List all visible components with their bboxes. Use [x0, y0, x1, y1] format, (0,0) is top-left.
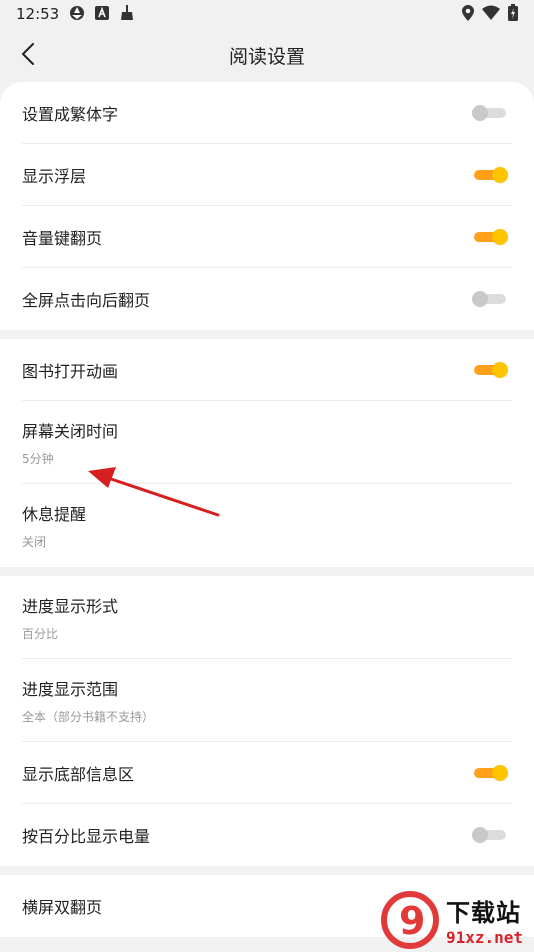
setting-title: 进度显示形式	[22, 596, 119, 616]
setting-title: 全屏点击向后翻页	[22, 291, 151, 310]
setting-title: 设置成繁体字	[22, 104, 119, 124]
svg-text:9: 9	[399, 899, 425, 943]
watermark-logo-icon: 9	[381, 891, 439, 949]
setting-value: 关闭	[22, 535, 47, 549]
book-open-animation-toggle[interactable]	[472, 360, 508, 380]
setting-title: 横屏双翻页	[22, 898, 103, 917]
setting-title: 显示浮层	[22, 166, 87, 186]
back-button[interactable]	[10, 38, 46, 74]
status-time: 12:53	[16, 5, 60, 23]
setting-title: 进度显示范围	[22, 679, 119, 699]
battery-icon	[508, 4, 518, 24]
setting-title: 显示底部信息区	[22, 764, 135, 784]
setting-value: 5分钟	[22, 451, 54, 466]
settings-group-2: 图书打开动画 屏幕关闭时间 5分钟 休息提醒 关闭	[0, 339, 534, 567]
settings-sheet: 设置成繁体字 显示浮层 音量键翻页 全屏点击向后翻页 图书打开动画 屏幕关闭时间…	[0, 82, 534, 952]
aperture-icon	[69, 5, 85, 24]
fullscreen-tap-forward-toggle[interactable]	[472, 289, 508, 309]
setting-rest-reminder[interactable]: 休息提醒 关闭	[22, 484, 512, 567]
broom-icon	[119, 4, 135, 24]
volume-key-page-turn-toggle[interactable]	[472, 227, 508, 247]
setting-value: 全本（部分书籍不支持）	[22, 709, 155, 724]
location-icon	[462, 4, 474, 24]
setting-progress-range[interactable]: 进度显示范围 全本（部分书籍不支持）	[22, 659, 512, 742]
setting-value: 百分比	[22, 626, 59, 641]
setting-volume-key-page-turn[interactable]: 音量键翻页	[22, 206, 512, 268]
setting-screen-off-time[interactable]: 屏幕关闭时间 5分钟	[22, 401, 512, 484]
setting-progress-format[interactable]: 进度显示形式 百分比	[22, 576, 512, 659]
watermark-domain: 91xz.net	[446, 928, 524, 947]
setting-title: 屏幕关闭时间	[22, 421, 119, 441]
settings-group-1: 设置成繁体字 显示浮层 音量键翻页 全屏点击向后翻页	[0, 82, 534, 330]
setting-battery-percent[interactable]: 按百分比显示电量	[22, 804, 512, 866]
battery-percent-toggle[interactable]	[472, 825, 508, 845]
chevron-left-icon	[21, 43, 35, 69]
setting-fullscreen-tap-forward[interactable]: 全屏点击向后翻页	[22, 268, 512, 330]
status-bar: 12:53	[0, 0, 534, 28]
page-title: 阅读设置	[228, 45, 305, 68]
app-bar: 阅读设置	[0, 28, 534, 82]
setting-title: 休息提醒	[22, 505, 87, 524]
show-overlay-toggle[interactable]	[472, 165, 508, 185]
traditional-chinese-toggle[interactable]	[472, 103, 508, 123]
settings-group-3: 进度显示形式 百分比 进度显示范围 全本（部分书籍不支持） 显示底部信息区 按百…	[0, 576, 534, 866]
setting-title: 音量键翻页	[22, 228, 103, 248]
watermark-brand: 下载站	[446, 899, 521, 927]
a-badge-icon	[95, 5, 110, 23]
setting-title: 按百分比显示电量	[22, 827, 151, 846]
show-bottom-info-toggle[interactable]	[472, 763, 508, 783]
wifi-icon	[482, 5, 500, 23]
setting-show-overlay[interactable]: 显示浮层	[22, 144, 512, 206]
watermark: 9 下载站 91xz.net	[380, 888, 530, 952]
setting-title: 图书打开动画	[22, 361, 119, 381]
setting-traditional-chinese[interactable]: 设置成繁体字	[22, 82, 512, 144]
setting-book-open-animation[interactable]: 图书打开动画	[22, 339, 512, 401]
setting-show-bottom-info[interactable]: 显示底部信息区	[22, 742, 512, 804]
